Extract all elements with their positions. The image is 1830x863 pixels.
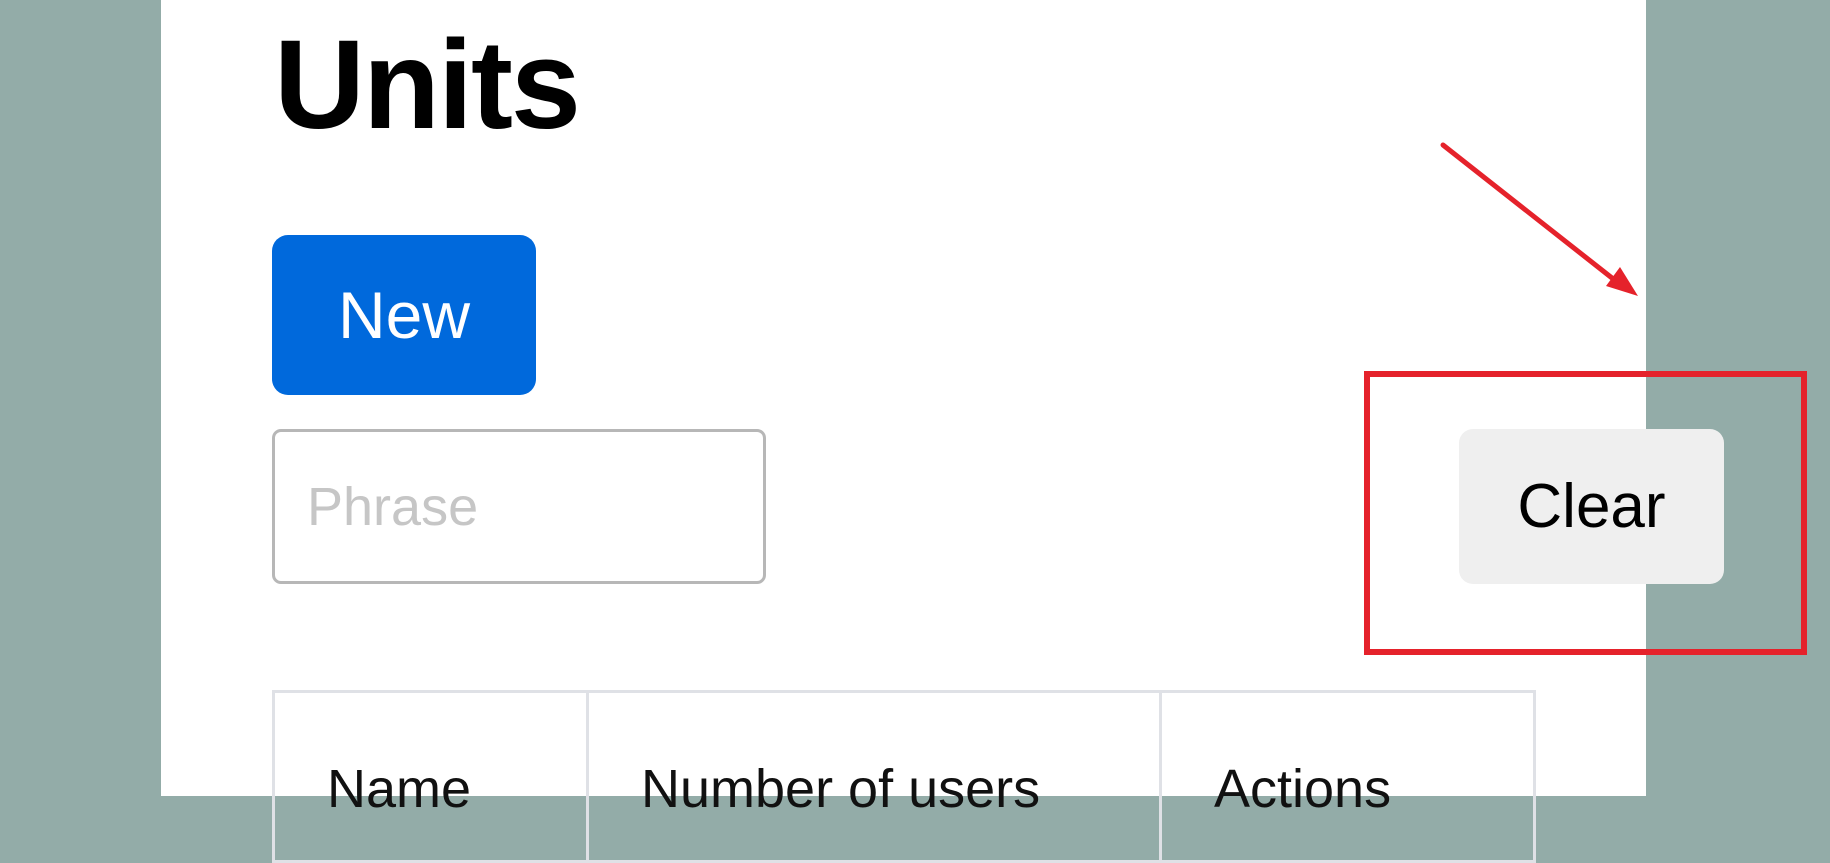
table-header: Name Number of users Actions (272, 690, 1536, 863)
column-header-number-of-users[interactable]: Number of users (586, 690, 1162, 863)
column-header-name[interactable]: Name (272, 690, 589, 863)
clear-button[interactable]: Clear (1459, 429, 1724, 584)
new-button[interactable]: New (272, 235, 536, 395)
page-title: Units (274, 14, 581, 155)
table-header-row: Name Number of users Actions (272, 690, 1536, 863)
column-header-actions[interactable]: Actions (1159, 690, 1536, 863)
units-table: Name Number of users Actions (272, 690, 1536, 863)
search-input[interactable] (272, 429, 766, 584)
